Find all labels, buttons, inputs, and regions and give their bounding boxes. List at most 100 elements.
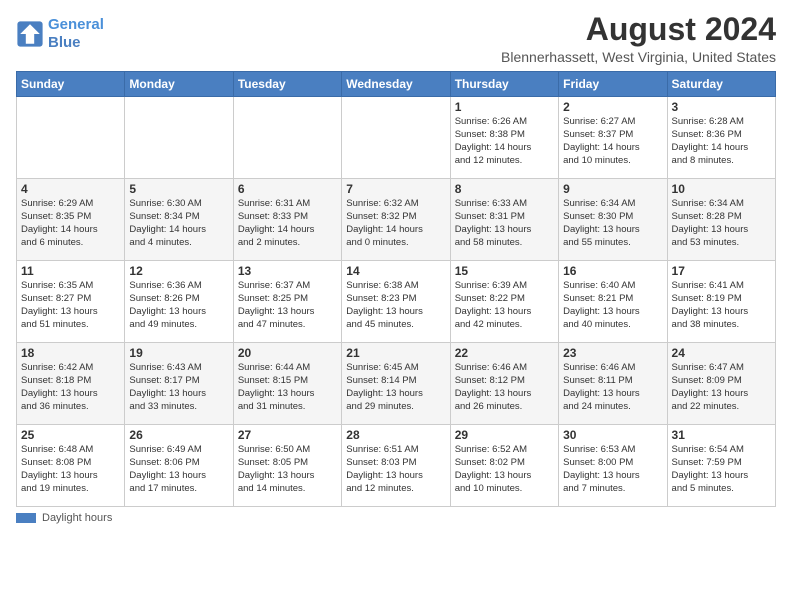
calendar-cell: 27 Sunrise: 6:50 AM Sunset: 8:05 PM Dayli… (233, 425, 341, 507)
calendar-cell: 26 Sunrise: 6:49 AM Sunset: 8:06 PM Dayli… (125, 425, 233, 507)
day-number: 16 (563, 264, 662, 278)
header: General Blue August 2024 Blennerhassett,… (16, 12, 776, 65)
day-number: 8 (455, 182, 554, 196)
calendar-week-2: 11Sunrise: 6:35 AM Sunset: 8:27 PM Dayli… (17, 261, 776, 343)
day-number: 15 (455, 264, 554, 278)
legend-label: Daylight hours (42, 512, 112, 524)
logo-line1: General (48, 16, 104, 33)
day-number: 6 (238, 182, 337, 196)
day-info: Sunrise: 6:46 AM Sunset: 8:11 PM Dayligh… (563, 362, 662, 413)
weekday-header-wednesday: Wednesday (342, 72, 450, 97)
day-number: 2 (563, 100, 662, 114)
calendar-cell: 11Sunrise: 6:35 AM Sunset: 8:27 PM Dayli… (17, 261, 125, 343)
calendar-cell: 31 Sunrise: 6:54 AM Sunset: 7:59 PM Dayli… (667, 425, 775, 507)
calendar-cell: 19 Sunrise: 6:43 AM Sunset: 8:17 PM Dayli… (125, 343, 233, 425)
calendar-cell (233, 97, 341, 179)
day-info: Sunrise: 6:53 AM Sunset: 8:00 PM Dayligh… (563, 444, 662, 495)
calendar-cell: 5 Sunrise: 6:30 AM Sunset: 8:34 PM Daylig… (125, 179, 233, 261)
day-number: 24 (672, 346, 771, 360)
calendar-cell (125, 97, 233, 179)
day-number: 25 (21, 428, 120, 442)
day-number: 30 (563, 428, 662, 442)
calendar-cell: 30 Sunrise: 6:53 AM Sunset: 8:00 PM Dayli… (559, 425, 667, 507)
day-number: 7 (346, 182, 445, 196)
calendar-cell: 1Sunrise: 6:26 AM Sunset: 8:38 PM Daylig… (450, 97, 558, 179)
day-info: Sunrise: 6:46 AM Sunset: 8:12 PM Dayligh… (455, 362, 554, 413)
logo-icon (16, 20, 44, 48)
weekday-header-saturday: Saturday (667, 72, 775, 97)
calendar-cell: 7 Sunrise: 6:32 AM Sunset: 8:32 PM Daylig… (342, 179, 450, 261)
weekday-row: SundayMondayTuesdayWednesdayThursdayFrid… (17, 72, 776, 97)
weekday-header-monday: Monday (125, 72, 233, 97)
day-number: 19 (129, 346, 228, 360)
calendar-cell: 4 Sunrise: 6:29 AM Sunset: 8:35 PM Daylig… (17, 179, 125, 261)
calendar-header: SundayMondayTuesdayWednesdayThursdayFrid… (17, 72, 776, 97)
calendar-cell: 29Sunrise: 6:52 AM Sunset: 8:02 PM Dayli… (450, 425, 558, 507)
title-block: August 2024 Blennerhassett, West Virgini… (501, 12, 776, 65)
day-info: Sunrise: 6:34 AM Sunset: 8:28 PM Dayligh… (672, 198, 771, 249)
day-info: Sunrise: 6:50 AM Sunset: 8:05 PM Dayligh… (238, 444, 337, 495)
day-info: Sunrise: 6:40 AM Sunset: 8:21 PM Dayligh… (563, 280, 662, 331)
day-info: Sunrise: 6:52 AM Sunset: 8:02 PM Dayligh… (455, 444, 554, 495)
day-info: Sunrise: 6:48 AM Sunset: 8:08 PM Dayligh… (21, 444, 120, 495)
day-info: Sunrise: 6:45 AM Sunset: 8:14 PM Dayligh… (346, 362, 445, 413)
calendar-cell: 10 Sunrise: 6:34 AM Sunset: 8:28 PM Dayli… (667, 179, 775, 261)
day-info: Sunrise: 6:32 AM Sunset: 8:32 PM Dayligh… (346, 198, 445, 249)
calendar-cell: 8 Sunrise: 6:33 AM Sunset: 8:31 PM Daylig… (450, 179, 558, 261)
day-number: 10 (672, 182, 771, 196)
day-info: Sunrise: 6:30 AM Sunset: 8:34 PM Dayligh… (129, 198, 228, 249)
calendar-cell: 12 Sunrise: 6:36 AM Sunset: 8:26 PM Dayli… (125, 261, 233, 343)
calendar-cell (17, 97, 125, 179)
main-container: General Blue August 2024 Blennerhassett,… (0, 0, 792, 532)
calendar-body: 1Sunrise: 6:26 AM Sunset: 8:38 PM Daylig… (17, 97, 776, 507)
day-number: 5 (129, 182, 228, 196)
legend: Daylight hours (16, 512, 776, 524)
day-number: 11 (21, 264, 120, 278)
calendar-cell: 24 Sunrise: 6:47 AM Sunset: 8:09 PM Dayli… (667, 343, 775, 425)
day-info: Sunrise: 6:39 AM Sunset: 8:22 PM Dayligh… (455, 280, 554, 331)
calendar-cell: 14Sunrise: 6:38 AM Sunset: 8:23 PM Dayli… (342, 261, 450, 343)
day-number: 14 (346, 264, 445, 278)
calendar: SundayMondayTuesdayWednesdayThursdayFrid… (16, 71, 776, 507)
calendar-cell: 15 Sunrise: 6:39 AM Sunset: 8:22 PM Dayli… (450, 261, 558, 343)
day-number: 9 (563, 182, 662, 196)
calendar-cell: 21Sunrise: 6:45 AM Sunset: 8:14 PM Dayli… (342, 343, 450, 425)
calendar-cell: 20 Sunrise: 6:44 AM Sunset: 8:15 PM Dayli… (233, 343, 341, 425)
day-info: Sunrise: 6:29 AM Sunset: 8:35 PM Dayligh… (21, 198, 120, 249)
day-info: Sunrise: 6:37 AM Sunset: 8:25 PM Dayligh… (238, 280, 337, 331)
calendar-week-4: 25 Sunrise: 6:48 AM Sunset: 8:08 PM Dayli… (17, 425, 776, 507)
day-number: 4 (21, 182, 120, 196)
day-info: Sunrise: 6:41 AM Sunset: 8:19 PM Dayligh… (672, 280, 771, 331)
main-title: August 2024 (501, 12, 776, 47)
day-number: 17 (672, 264, 771, 278)
day-info: Sunrise: 6:36 AM Sunset: 8:26 PM Dayligh… (129, 280, 228, 331)
calendar-cell: 6Sunrise: 6:31 AM Sunset: 8:33 PM Daylig… (233, 179, 341, 261)
logo-text: General Blue (48, 16, 104, 52)
day-info: Sunrise: 6:47 AM Sunset: 8:09 PM Dayligh… (672, 362, 771, 413)
day-info: Sunrise: 6:33 AM Sunset: 8:31 PM Dayligh… (455, 198, 554, 249)
calendar-week-1: 4 Sunrise: 6:29 AM Sunset: 8:35 PM Daylig… (17, 179, 776, 261)
day-info: Sunrise: 6:49 AM Sunset: 8:06 PM Dayligh… (129, 444, 228, 495)
day-info: Sunrise: 6:26 AM Sunset: 8:38 PM Dayligh… (455, 116, 554, 167)
day-number: 22 (455, 346, 554, 360)
day-number: 18 (21, 346, 120, 360)
calendar-cell: 9Sunrise: 6:34 AM Sunset: 8:30 PM Daylig… (559, 179, 667, 261)
weekday-header-thursday: Thursday (450, 72, 558, 97)
logo: General Blue (16, 16, 104, 52)
day-number: 12 (129, 264, 228, 278)
day-info: Sunrise: 6:51 AM Sunset: 8:03 PM Dayligh… (346, 444, 445, 495)
day-number: 20 (238, 346, 337, 360)
calendar-cell: 18 Sunrise: 6:42 AM Sunset: 8:18 PM Dayli… (17, 343, 125, 425)
day-number: 31 (672, 428, 771, 442)
logo-line2: Blue (48, 34, 81, 51)
day-info: Sunrise: 6:43 AM Sunset: 8:17 PM Dayligh… (129, 362, 228, 413)
legend-box (16, 513, 36, 523)
day-info: Sunrise: 6:44 AM Sunset: 8:15 PM Dayligh… (238, 362, 337, 413)
day-number: 26 (129, 428, 228, 442)
day-number: 27 (238, 428, 337, 442)
calendar-week-3: 18 Sunrise: 6:42 AM Sunset: 8:18 PM Dayli… (17, 343, 776, 425)
day-info: Sunrise: 6:54 AM Sunset: 7:59 PM Dayligh… (672, 444, 771, 495)
day-info: Sunrise: 6:27 AM Sunset: 8:37 PM Dayligh… (563, 116, 662, 167)
day-info: Sunrise: 6:42 AM Sunset: 8:18 PM Dayligh… (21, 362, 120, 413)
calendar-cell: 13Sunrise: 6:37 AM Sunset: 8:25 PM Dayli… (233, 261, 341, 343)
